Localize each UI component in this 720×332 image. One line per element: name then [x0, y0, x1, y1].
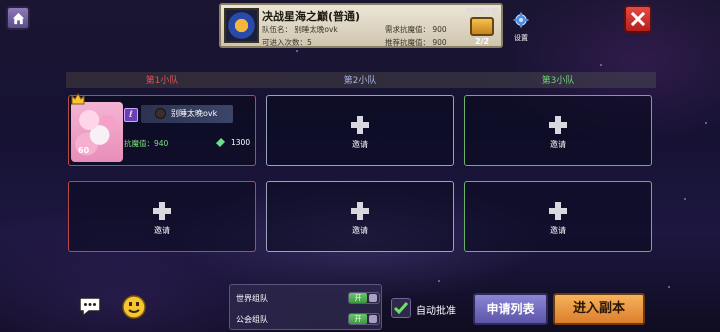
team-2-slot-1[interactable]: 邀请: [266, 95, 454, 166]
toggle-on-label: 开: [349, 293, 367, 303]
star-decoration: [684, 198, 686, 200]
plus-icon: [549, 116, 567, 134]
star-decoration: [296, 50, 298, 52]
player-power: 抗魔值：940: [124, 139, 169, 148]
player-name: 别睡太晚ovk: [171, 109, 218, 118]
toggle-on-label: 开: [349, 314, 367, 324]
plus-icon: [153, 202, 171, 220]
guild-emblem-icon: [155, 108, 166, 119]
invite-label: 邀请: [352, 140, 368, 149]
reward-counter[interactable]: 可领奖次数 2/2: [463, 5, 501, 47]
settings-button[interactable]: 设置: [510, 12, 532, 42]
dungeon-icon: [224, 8, 259, 43]
plus-icon: [549, 202, 567, 220]
treasure-chest-icon: [470, 17, 494, 36]
team-1-slot-2[interactable]: 邀请: [68, 181, 256, 252]
star-decoration: [438, 280, 440, 282]
plus-icon: [351, 116, 369, 134]
close-button[interactable]: [624, 5, 652, 33]
settings-label: 设置: [514, 34, 528, 42]
guild-team-label: 公会组队: [236, 315, 268, 324]
team-visibility-panel: 世界组队 开 公会组队 开: [229, 284, 382, 330]
plus-icon: [351, 202, 369, 220]
team-3-label: 第3小队: [541, 76, 575, 86]
close-icon: [630, 11, 646, 27]
recommended-power-line: 推荐抗魔值： 900: [385, 38, 447, 47]
required-power-line: 需求抗魔值： 900: [385, 25, 447, 34]
team-3-slot-1[interactable]: 邀请: [464, 95, 652, 166]
auto-approve-label: 自动批准: [416, 306, 456, 317]
team-name-line: 队伍名： 别睡太晚ovk: [262, 25, 338, 34]
auto-approve-checkbox[interactable]: 自动批准: [391, 298, 463, 318]
world-team-toggle[interactable]: 开: [348, 292, 380, 304]
chat-button[interactable]: [77, 294, 103, 320]
gem-value: 1300: [231, 138, 251, 147]
star-decoration: [600, 64, 602, 66]
invite-label: 邀请: [154, 226, 170, 235]
home-icon: [12, 12, 24, 24]
gear-icon: [513, 12, 529, 28]
checkbox: [391, 298, 411, 318]
star-decoration: [705, 122, 707, 124]
player-level: 60: [78, 146, 90, 155]
invite-label: 邀请: [550, 140, 566, 149]
home-button[interactable]: [6, 6, 30, 30]
team-label-bar: 第1小队 第2小队 第3小队: [66, 72, 656, 88]
class-badge-icon: ℓ: [124, 108, 138, 122]
team-1-slot-1-leader[interactable]: 60 ℓ 别睡太晚ovk 抗魔值：940 1300: [68, 93, 256, 166]
star-decoration: [668, 286, 670, 288]
smiley-icon: [122, 295, 146, 319]
reward-label: 可领奖次数: [465, 7, 499, 15]
toggle-knob: [369, 294, 377, 302]
team-2-label: 第2小队: [343, 76, 377, 86]
reward-count: 2/2: [474, 37, 490, 46]
player-avatar: 60: [71, 93, 123, 162]
checkmark-icon: [393, 302, 409, 315]
enter-dungeon-button[interactable]: 进入副本: [553, 293, 645, 325]
apply-list-button[interactable]: 申请列表: [473, 293, 548, 325]
toggle-knob: [369, 315, 377, 323]
guild-team-toggle[interactable]: 开: [348, 313, 380, 325]
invite-label: 邀请: [550, 226, 566, 235]
crown-icon: [71, 93, 85, 105]
gem-icon: [215, 137, 226, 148]
dungeon-info-panel: 决战星海之巅(普通) 队伍名： 别睡太晚ovk 可进入次数：5 需求抗魔值： 9…: [219, 3, 503, 48]
emoji-button[interactable]: [121, 294, 147, 320]
chat-bubble-icon: [79, 297, 101, 318]
team-3-slot-2[interactable]: 邀请: [464, 181, 652, 252]
player-name-plate: 别睡太晚ovk: [141, 105, 233, 123]
team-1-label: 第1小队: [145, 76, 179, 86]
team-2-slot-2[interactable]: 邀请: [266, 181, 454, 252]
world-team-label: 世界组队: [236, 294, 268, 303]
invite-label: 邀请: [352, 226, 368, 235]
dungeon-title: 决战星海之巅(普通): [262, 10, 361, 23]
entries-line: 可进入次数：5: [262, 38, 312, 47]
